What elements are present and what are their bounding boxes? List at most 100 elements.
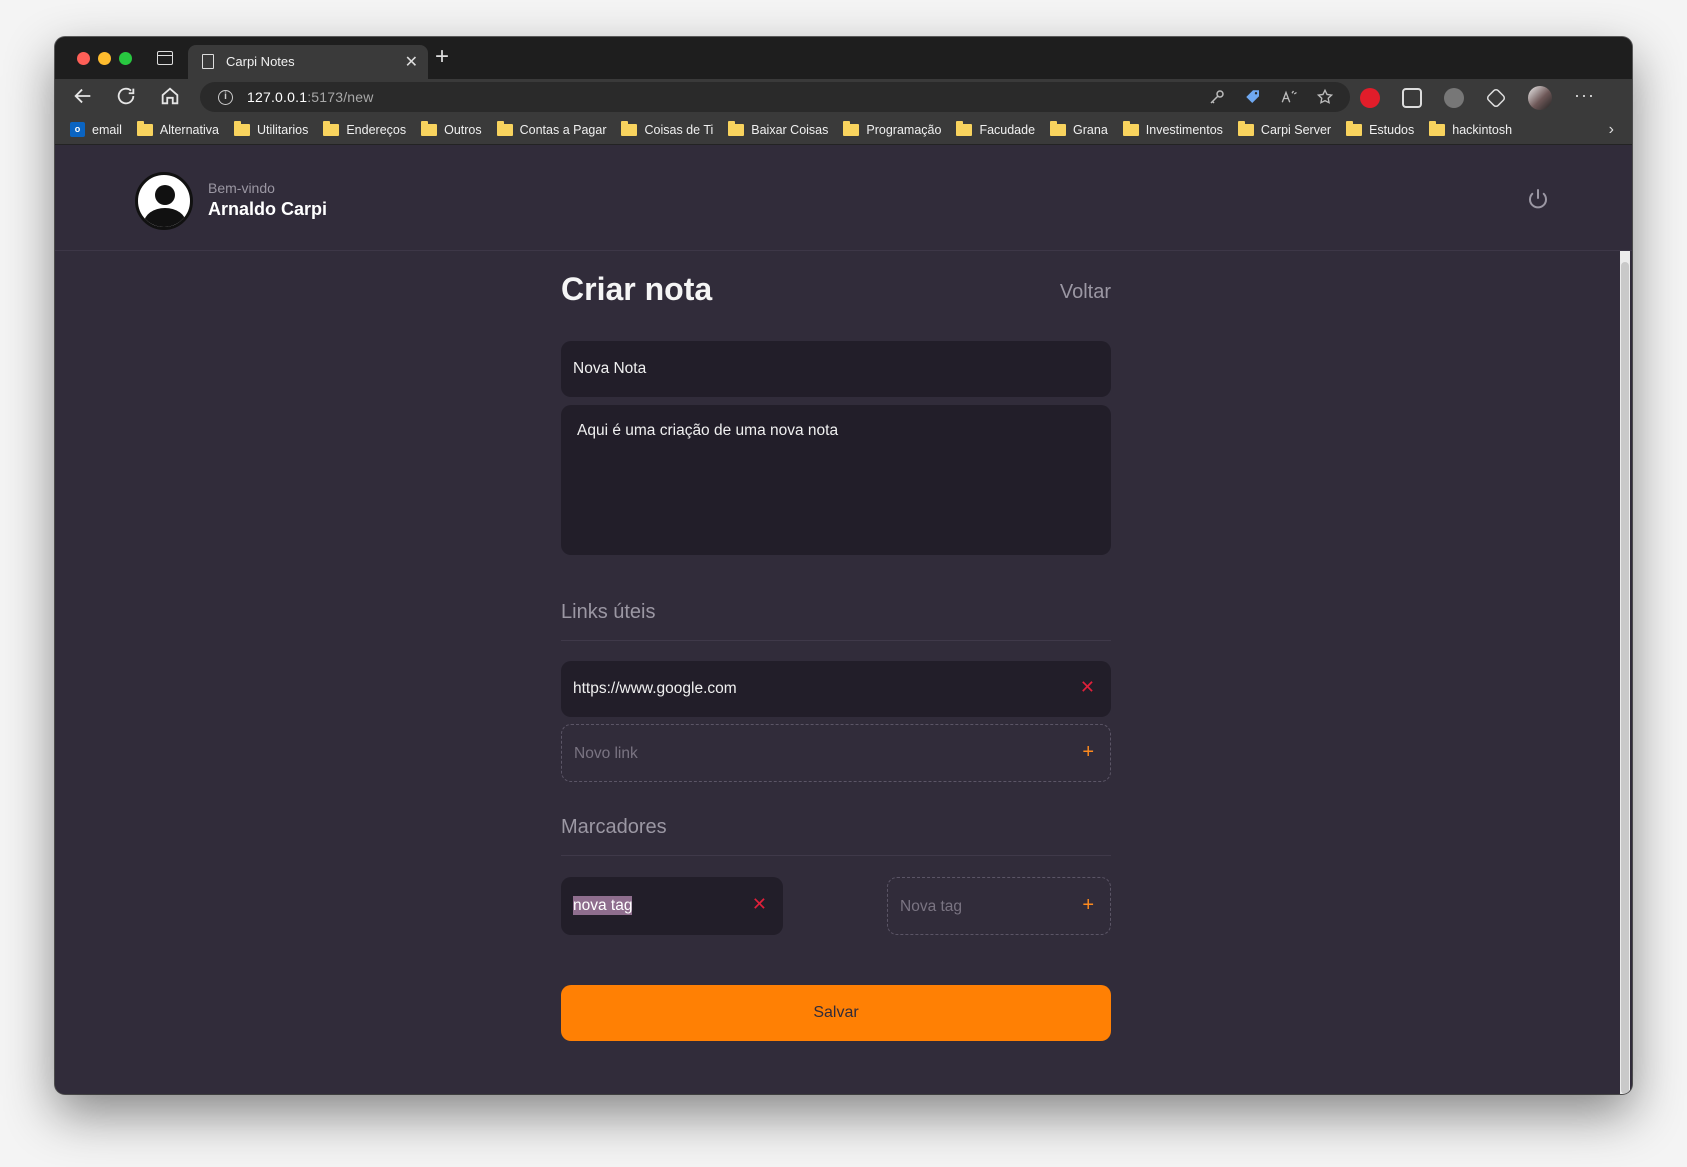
note-title-input[interactable]: Nova Nota (561, 341, 1111, 397)
link-item[interactable]: https://www.google.com ✕ (561, 661, 1111, 717)
key-icon[interactable] (1208, 88, 1226, 106)
back-link[interactable]: Voltar (1060, 281, 1111, 304)
bookmark-item[interactable]: Facudade (956, 120, 1036, 137)
reader-extension-icon[interactable] (1402, 88, 1422, 108)
tag-text: nova tag (573, 896, 633, 915)
user-avatar[interactable] (135, 172, 193, 230)
bookmark-label: Grana (1073, 122, 1108, 137)
page-title: Criar nota (561, 271, 713, 307)
window-controls (77, 52, 132, 65)
read-aloud-icon[interactable] (1280, 88, 1298, 106)
bookmark-item[interactable]: Coisas de Ti (621, 120, 714, 137)
new-tag-placeholder: Nova tag (900, 898, 963, 915)
close-tab-icon[interactable]: ✕ (405, 52, 418, 72)
bookmark-label: Alternativa (159, 122, 219, 137)
extensions: ··· (1360, 86, 1594, 110)
save-button[interactable]: Salvar (561, 985, 1111, 1041)
profile-avatar[interactable] (1528, 86, 1552, 110)
stop-extension-icon[interactable] (1360, 88, 1380, 108)
bookmark-item[interactable]: Programação (843, 120, 942, 137)
browser-tab[interactable]: Carpi Notes ✕ (188, 45, 428, 79)
user-name[interactable]: Arnaldo Carpi (208, 199, 327, 220)
folder-icon (843, 120, 860, 136)
links-section-title: Links úteis (561, 601, 1111, 641)
add-link-icon[interactable]: + (1082, 741, 1094, 764)
bookmark-item[interactable]: Utilitarios (233, 120, 309, 137)
bookmark-item[interactable]: hackintosh (1429, 120, 1513, 137)
more-menu-icon[interactable]: ··· (1574, 86, 1594, 108)
new-tag-input[interactable]: Nova tag + (887, 877, 1111, 935)
browser-toolbar: i 127.0.0.1:5173/new ··· (55, 79, 1632, 115)
tab-strip: Carpi Notes ✕ + (55, 37, 1632, 79)
bookmark-label: email (92, 122, 122, 137)
note-body-textarea[interactable]: Aqui é uma criação de uma nova nota (561, 405, 1111, 555)
folder-icon (1429, 120, 1446, 136)
bookmark-item[interactable]: Investimentos (1122, 120, 1223, 137)
owl-extension-icon[interactable] (1444, 88, 1464, 108)
minimize-window-button[interactable] (98, 52, 111, 65)
address-bar-actions (1208, 88, 1334, 106)
bookmark-item[interactable]: o email (70, 122, 122, 137)
url-text: 127.0.0.1:5173/new (247, 89, 374, 105)
favorite-icon[interactable] (1316, 88, 1334, 106)
add-tag-icon[interactable]: + (1082, 894, 1094, 917)
browser-window: Carpi Notes ✕ + i 127.0.0.1:5173/new ···… (55, 37, 1632, 1094)
bookmark-label: Investimentos (1145, 122, 1223, 137)
bookmark-item[interactable]: Grana (1050, 120, 1108, 137)
bookmark-label: Coisas de Ti (644, 122, 714, 137)
folder-icon (1346, 120, 1363, 136)
bookmark-label: Baixar Coisas (751, 122, 829, 137)
folder-icon (323, 120, 340, 136)
new-link-input[interactable]: Novo link + (561, 724, 1111, 782)
app-page: Bem-vindo Arnaldo Carpi Criar nota Volta… (55, 147, 1632, 1094)
folder-icon (1237, 120, 1254, 136)
chevron-right-icon[interactable]: › (1609, 121, 1614, 139)
tab-title: Carpi Notes (226, 54, 295, 69)
remove-tag-icon[interactable]: ✕ (752, 894, 767, 915)
power-icon[interactable] (1526, 187, 1550, 211)
tag-item[interactable]: nova tag ✕ (561, 877, 783, 935)
link-text: https://www.google.com (573, 680, 737, 697)
address-bar[interactable]: i 127.0.0.1:5173/new (200, 82, 1350, 112)
bookmark-item[interactable]: Baixar Coisas (728, 120, 829, 137)
bookmark-item[interactable]: Contas a Pagar (496, 120, 607, 137)
folder-icon (956, 120, 973, 136)
welcome-text: Bem-vindo (208, 180, 275, 196)
back-arrow-icon[interactable] (72, 85, 96, 109)
home-icon[interactable] (159, 85, 183, 109)
bookmark-label: Utilitarios (256, 122, 309, 137)
bookmark-label: Outros (444, 122, 482, 137)
bookmark-label: Facudade (979, 122, 1036, 137)
folder-icon (621, 120, 638, 136)
page-icon (202, 54, 214, 69)
bookmark-item[interactable]: Alternativa (136, 120, 219, 137)
tag-icon[interactable] (1244, 88, 1262, 106)
new-tab-button[interactable]: + (435, 43, 449, 71)
maximize-window-button[interactable] (119, 52, 132, 65)
extensions-puzzle-icon[interactable] (1485, 87, 1507, 109)
folder-icon (728, 120, 745, 136)
bookmark-label: Contas a Pagar (519, 122, 607, 137)
scrollbar-thumb[interactable] (1621, 262, 1629, 1094)
create-note-form: Criar nota Voltar Nova Nota Aqui é uma c… (561, 271, 1111, 1041)
close-window-button[interactable] (77, 52, 90, 65)
bookmark-label: Endereços (346, 122, 407, 137)
bookmark-item[interactable]: Endereços (323, 120, 407, 137)
bookmark-label: hackintosh (1452, 122, 1513, 137)
tags-section-title: Marcadores (561, 816, 1111, 856)
bookmark-item[interactable]: Estudos (1346, 120, 1415, 137)
site-info-icon[interactable]: i (218, 90, 233, 105)
bookmark-label: Estudos (1369, 122, 1415, 137)
folder-icon (1050, 120, 1067, 136)
bookmark-item[interactable]: Outros (421, 120, 482, 137)
bookmark-label: Programação (866, 122, 942, 137)
new-link-placeholder: Novo link (574, 745, 638, 762)
reload-icon[interactable] (115, 85, 139, 109)
tab-actions-icon[interactable] (157, 51, 173, 65)
folder-icon (1122, 120, 1139, 136)
bookmark-label: Carpi Server (1260, 122, 1332, 137)
bookmarks-bar: o email Alternativa Utilitarios Endereços Out… (55, 115, 1632, 145)
folder-icon (421, 120, 438, 136)
bookmark-item[interactable]: Carpi Server (1237, 120, 1332, 137)
remove-link-icon[interactable]: ✕ (1080, 677, 1095, 698)
